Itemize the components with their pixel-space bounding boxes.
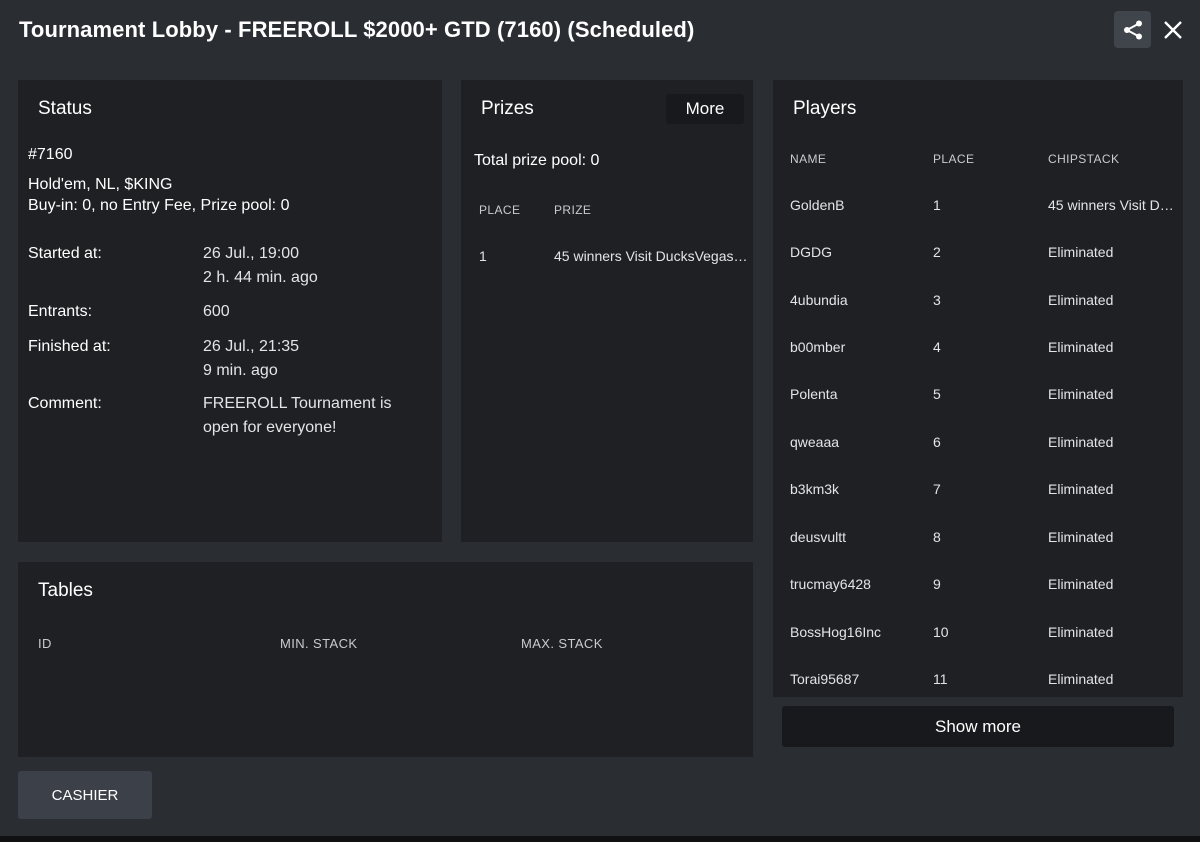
player-name: b00mber bbox=[790, 339, 846, 355]
prizes-col-place: PLACE bbox=[479, 203, 521, 217]
tournament-id: #7160 bbox=[28, 146, 73, 163]
prize-place: 1 bbox=[479, 248, 487, 264]
entrants-row: Entrants: 600 bbox=[28, 300, 428, 324]
entrants-label: Entrants: bbox=[28, 303, 93, 320]
comment-label: Comment: bbox=[28, 395, 102, 412]
player-place: 1 bbox=[933, 197, 941, 213]
prizes-title: Prizes bbox=[481, 98, 534, 119]
player-place: 9 bbox=[933, 576, 941, 592]
game-type: Hold'em, NL, $KING bbox=[28, 176, 173, 193]
players-col-chipstack: CHIPSTACK bbox=[1048, 152, 1120, 166]
show-more-button[interactable]: Show more bbox=[782, 706, 1174, 747]
prize-value: 45 winners Visit DucksVegas discord bbox=[554, 248, 749, 264]
player-row: trucmay6428 9 Eliminated bbox=[773, 576, 1183, 623]
entrants-value: 600 bbox=[203, 303, 230, 320]
cashier-button[interactable]: CASHIER bbox=[18, 771, 152, 819]
player-chipstack: Eliminated bbox=[1048, 434, 1114, 450]
player-row: qweaaa 6 Eliminated bbox=[773, 434, 1183, 481]
finished-ago: 9 min. ago bbox=[203, 362, 278, 379]
player-place: 4 bbox=[933, 339, 941, 355]
player-name: Polenta bbox=[790, 386, 838, 402]
player-name: deusvultt bbox=[790, 529, 847, 545]
player-name: DGDG bbox=[790, 244, 832, 260]
finished-label: Finished at: bbox=[28, 338, 111, 355]
player-row: b3km3k 7 Eliminated bbox=[773, 481, 1183, 528]
player-place: 10 bbox=[933, 624, 949, 640]
status-panel: Status #7160 Hold'em, NL, $KING Buy-in: … bbox=[18, 80, 442, 542]
player-row: BossHog16Inc 10 Eliminated bbox=[773, 624, 1183, 671]
finished-value: 26 Jul., 21:35 9 min. ago bbox=[203, 335, 418, 383]
prizes-col-prize: PRIZE bbox=[554, 203, 592, 217]
tournament-lobby-dialog: Tournament Lobby - FREEROLL $2000+ GTD (… bbox=[0, 0, 1200, 836]
share-icon bbox=[1123, 20, 1142, 39]
player-row: 4ubundia 3 Eliminated bbox=[773, 292, 1183, 339]
players-panel: Players NAME PLACE CHIPSTACK GoldenB 1 4… bbox=[773, 80, 1183, 697]
dialog-title: Tournament Lobby - FREEROLL $2000+ GTD (… bbox=[19, 17, 695, 42]
comment-value: FREEROLL Tournament is open for everyone… bbox=[203, 395, 392, 436]
buyin-info: Buy-in: 0, no Entry Fee, Prize pool: 0 bbox=[28, 197, 290, 214]
player-place: 8 bbox=[933, 529, 941, 545]
player-place: 7 bbox=[933, 481, 941, 497]
player-row: Polenta 5 Eliminated bbox=[773, 386, 1183, 433]
prizes-panel: Prizes More Total prize pool: 0 PLACE PR… bbox=[461, 80, 753, 542]
total-prize-pool: Total prize pool: 0 bbox=[474, 152, 600, 169]
started-ago: 2 h. 44 min. ago bbox=[203, 269, 318, 286]
player-name: Torai95687 bbox=[790, 671, 860, 687]
player-chipstack: Eliminated bbox=[1048, 339, 1114, 355]
tables-col-id: ID bbox=[38, 636, 52, 651]
finished-row: Finished at: 26 Jul., 21:35 9 min. ago bbox=[28, 335, 428, 383]
players-col-place: PLACE bbox=[933, 152, 975, 166]
player-place: 5 bbox=[933, 386, 941, 402]
player-chipstack: Eliminated bbox=[1048, 671, 1114, 687]
players-col-name: NAME bbox=[790, 152, 827, 166]
share-button[interactable] bbox=[1114, 11, 1151, 48]
player-chipstack: Eliminated bbox=[1048, 292, 1114, 308]
player-name: 4ubundia bbox=[790, 292, 848, 308]
player-place: 11 bbox=[933, 671, 948, 687]
player-name: trucmay6428 bbox=[790, 576, 871, 592]
player-name: GoldenB bbox=[790, 197, 845, 213]
tables-col-min-stack: MIN. STACK bbox=[280, 636, 358, 651]
player-chipstack: Eliminated bbox=[1048, 386, 1114, 402]
player-name: b3km3k bbox=[790, 481, 840, 497]
player-row: b00mber 4 Eliminated bbox=[773, 339, 1183, 386]
player-chipstack: Eliminated bbox=[1048, 481, 1114, 497]
player-name: BossHog16Inc bbox=[790, 624, 882, 640]
player-row: Torai95687 11 Eliminated bbox=[773, 671, 1183, 697]
finished-time: 26 Jul., 21:35 bbox=[203, 338, 300, 355]
close-icon bbox=[1164, 21, 1182, 39]
comment-row: Comment: FREEROLL Tournament is open for… bbox=[28, 392, 428, 440]
more-button[interactable]: More bbox=[666, 94, 744, 124]
started-row: Started at: 26 Jul., 19:00 2 h. 44 min. … bbox=[28, 242, 428, 290]
player-place: 3 bbox=[933, 292, 941, 308]
status-title: Status bbox=[38, 98, 92, 119]
tables-title: Tables bbox=[38, 580, 93, 601]
player-chipstack: Eliminated bbox=[1048, 624, 1114, 640]
player-row: GoldenB 1 45 winners Visit DucksVegas di… bbox=[773, 197, 1183, 244]
tables-col-max-stack: MAX. STACK bbox=[521, 636, 603, 651]
started-value: 26 Jul., 19:00 2 h. 44 min. ago bbox=[203, 242, 418, 290]
tables-panel: Tables ID MIN. STACK MAX. STACK bbox=[18, 562, 753, 757]
players-title: Players bbox=[793, 98, 857, 119]
started-label: Started at: bbox=[28, 245, 102, 262]
started-time: 26 Jul., 19:00 bbox=[203, 245, 300, 262]
player-place: 2 bbox=[933, 244, 941, 260]
player-chipstack: Eliminated bbox=[1048, 244, 1114, 260]
player-row: DGDG 2 Eliminated bbox=[773, 244, 1183, 291]
player-chipstack: Eliminated bbox=[1048, 529, 1114, 545]
player-place: 6 bbox=[933, 434, 941, 450]
player-name: qweaaa bbox=[790, 434, 840, 450]
player-row: deusvultt 8 Eliminated bbox=[773, 529, 1183, 576]
player-chipstack: 45 winners Visit DucksVegas discord bbox=[1048, 197, 1180, 213]
close-button[interactable] bbox=[1158, 12, 1188, 48]
player-chipstack: Eliminated bbox=[1048, 576, 1114, 592]
